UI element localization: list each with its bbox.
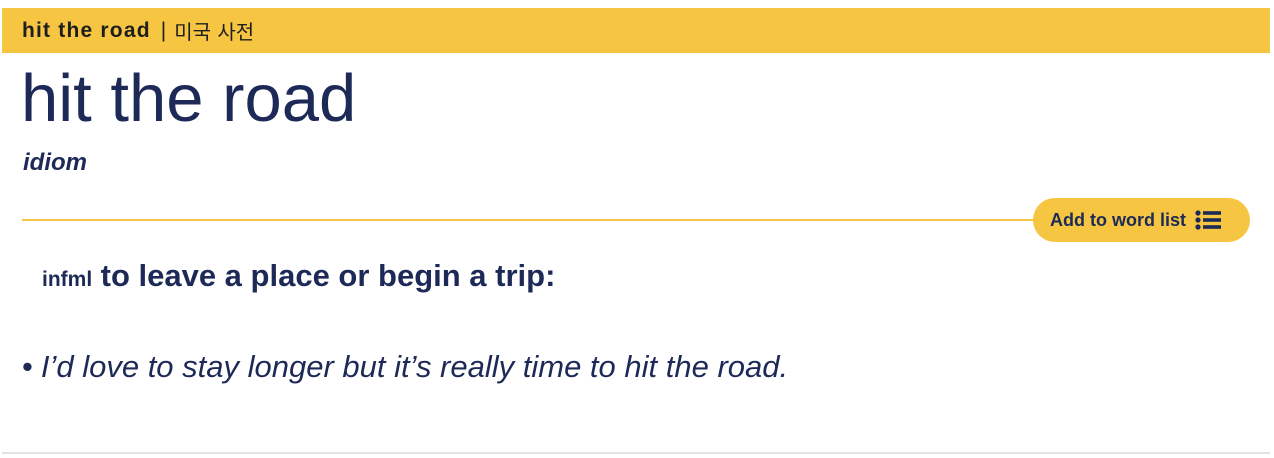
add-to-word-list-label: Add to word list (1050, 209, 1186, 230)
example-sentence: • I’d love to stay longer but it’s really… (22, 349, 788, 385)
entry-headword: hit the road (21, 61, 357, 136)
dictionary-header-bar: hit the road | 미국 사전 (2, 8, 1270, 53)
header-headword: hit the road (22, 18, 151, 42)
add-to-word-list-button[interactable]: Add to word list (1033, 198, 1250, 242)
bottom-divider (2, 452, 1270, 454)
part-of-speech: idiom (23, 149, 87, 176)
example-text: I’d love to stay longer but it’s really … (40, 349, 789, 384)
sense-definition: infml to leave a place or begin a trip: (42, 258, 555, 294)
example-bullet: • (22, 349, 33, 384)
list-icon (1195, 210, 1221, 230)
definition-text: to leave a place or begin a trip: (100, 258, 556, 293)
header-dictionary-name: 미국 사전 (174, 20, 255, 44)
header-separator: | (160, 18, 167, 42)
usage-label: infml (42, 268, 93, 291)
entry-divider (22, 219, 1052, 221)
